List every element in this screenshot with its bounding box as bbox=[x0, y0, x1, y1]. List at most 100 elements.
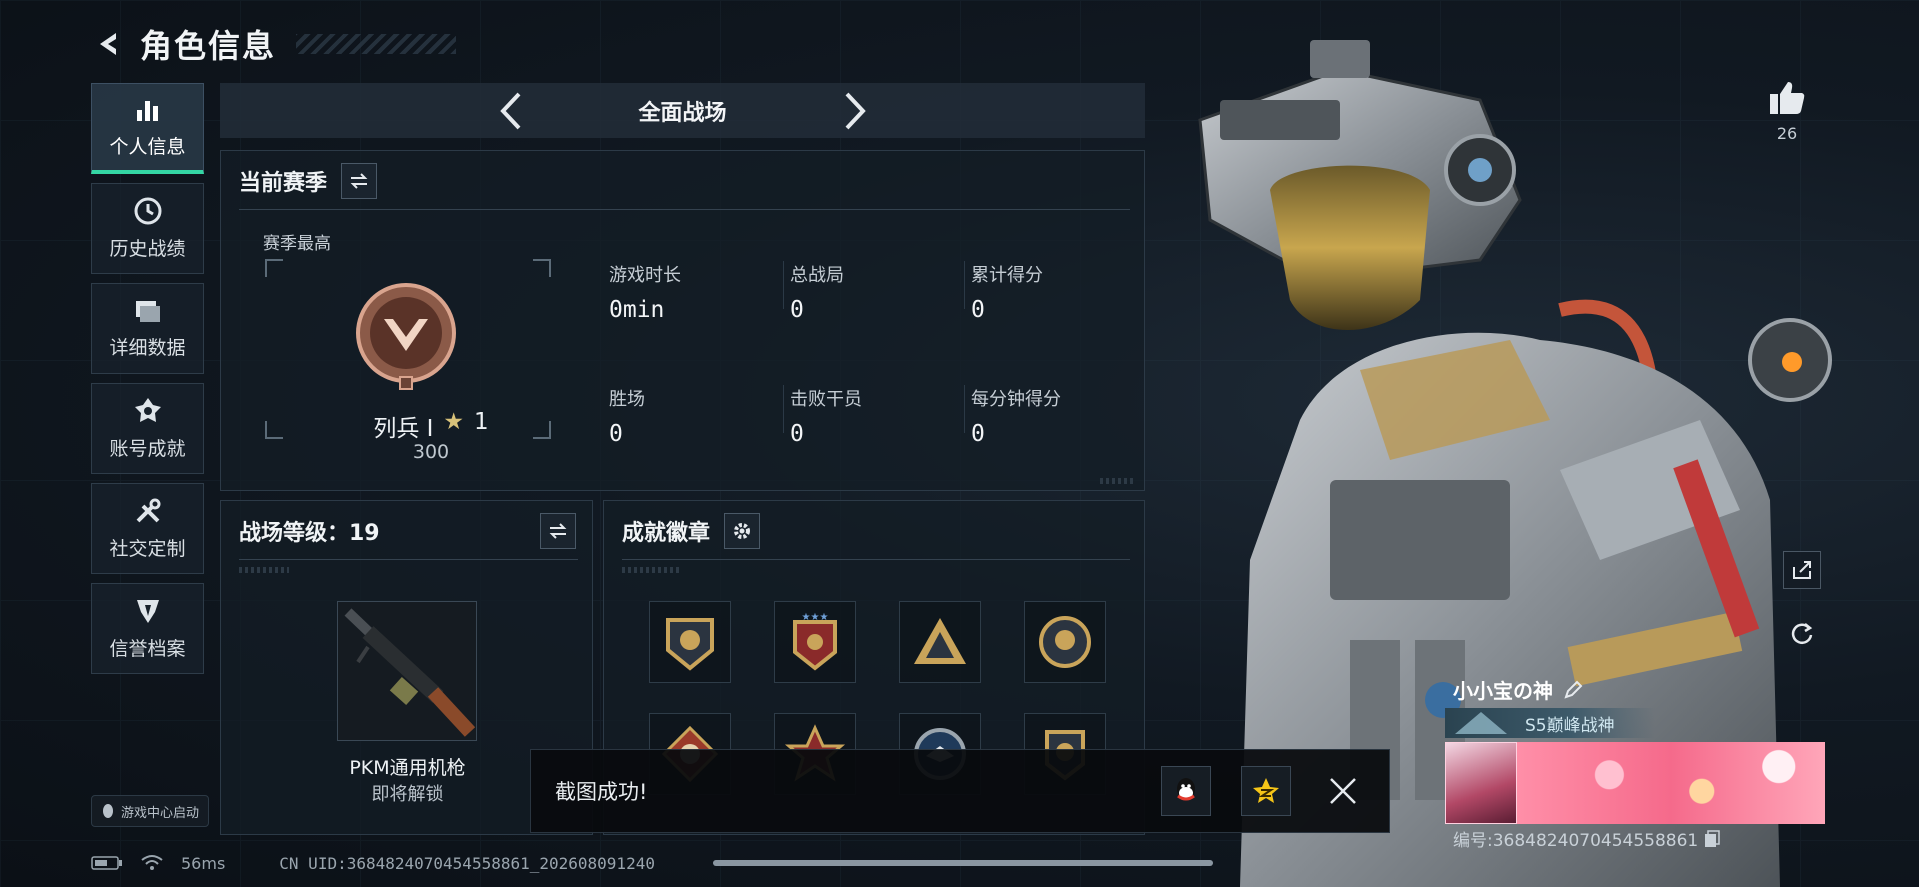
badge-emblem-icon bbox=[666, 618, 714, 671]
gear-icon bbox=[734, 523, 751, 539]
rotate-button[interactable] bbox=[1783, 614, 1821, 652]
achievement-badge[interactable] bbox=[649, 601, 731, 683]
current-season-panel: 当前赛季 赛季最高 列兵 I ★ 1 300 游戏时长 0min 总战局 0 累… bbox=[220, 150, 1145, 491]
rank-name-row: 列兵 I ★ 1 bbox=[221, 409, 641, 443]
tab-label: 信誉档案 bbox=[109, 638, 186, 660]
stat-value: 0 bbox=[790, 297, 804, 323]
tab-label: 账号成就 bbox=[109, 438, 186, 460]
status-bar: 56ms CN UID:3684824070454558861_20260809… bbox=[91, 848, 655, 878]
title-emblem-icon bbox=[1455, 712, 1507, 734]
folder-icon bbox=[135, 301, 160, 322]
swap-icon bbox=[549, 523, 567, 539]
toast-close-button[interactable] bbox=[1321, 769, 1365, 813]
divider bbox=[964, 385, 965, 433]
share-button[interactable] bbox=[1783, 551, 1821, 589]
page-title: 角色信息 bbox=[140, 27, 277, 65]
shield-icon bbox=[136, 600, 159, 623]
season-switch-button[interactable] bbox=[341, 163, 378, 199]
player-banner[interactable] bbox=[1445, 742, 1825, 824]
divider bbox=[239, 209, 1130, 210]
achievements-settings-button[interactable] bbox=[724, 513, 761, 549]
banner-image bbox=[1517, 742, 1825, 824]
game-center-launch-button[interactable]: 游戏中心启动 bbox=[91, 795, 209, 827]
stat-label: 胜场 bbox=[609, 389, 645, 410]
clock-icon bbox=[134, 197, 161, 225]
player-id-row: 编号:3684824070454558861 bbox=[1453, 826, 1720, 851]
star-icon: ★ bbox=[443, 409, 465, 435]
stat-label: 累计得分 bbox=[971, 265, 1043, 286]
stat-label: 游戏时长 bbox=[609, 265, 681, 286]
level-switch-button[interactable] bbox=[540, 513, 576, 549]
badge-emblem-icon: ★★★ bbox=[793, 612, 837, 671]
avatar[interactable] bbox=[1445, 742, 1517, 824]
stat-value: 0 bbox=[971, 421, 985, 447]
wifi-icon bbox=[141, 855, 163, 870]
divider bbox=[239, 559, 578, 560]
rank-stars: 1 bbox=[474, 409, 489, 435]
achievement-icon bbox=[134, 398, 161, 422]
achievement-badge[interactable] bbox=[1024, 601, 1106, 683]
player-name-row: 小小宝の神 bbox=[1453, 675, 1583, 704]
chevron-right-icon bbox=[845, 92, 866, 129]
rank-medal-icon bbox=[356, 283, 456, 390]
mode-title: 全面战场 bbox=[638, 100, 727, 126]
divider bbox=[783, 261, 784, 309]
badge-emblem-icon bbox=[1039, 616, 1091, 668]
stat-label: 总战局 bbox=[790, 265, 844, 286]
player-id: 编号:3684824070454558861 bbox=[1453, 831, 1699, 851]
divider bbox=[622, 559, 1130, 560]
game-center-label: 游戏中心启动 bbox=[120, 805, 199, 821]
divider bbox=[783, 385, 784, 433]
share-icon bbox=[1793, 561, 1811, 579]
tools-icon bbox=[136, 498, 160, 523]
like-count: 26 bbox=[1776, 124, 1798, 143]
tab-label: 个人信息 bbox=[109, 135, 186, 158]
tab-credit[interactable]: 信誉档案 bbox=[91, 583, 204, 674]
stat-kills: 击败干员 0 bbox=[790, 385, 950, 447]
stat-total-score: 累计得分 0 bbox=[971, 261, 1131, 323]
chevron-left-icon bbox=[499, 92, 520, 129]
stat-label: 击败干员 bbox=[790, 389, 862, 410]
machine-gun-icon bbox=[344, 608, 476, 737]
toast-message: 截图成功! bbox=[555, 780, 648, 804]
season-title: 当前赛季 bbox=[239, 171, 328, 196]
title-decoration bbox=[296, 34, 457, 54]
close-icon bbox=[1330, 778, 1356, 804]
bar-chart-icon bbox=[136, 100, 158, 121]
tab-history[interactable]: 历史战绩 bbox=[91, 183, 204, 274]
next-mode-button[interactable] bbox=[843, 91, 867, 131]
stat-score-per-minute: 每分钟得分 0 bbox=[971, 385, 1131, 447]
edit-icon[interactable] bbox=[1563, 680, 1583, 700]
rank-name: 列兵 I bbox=[373, 416, 434, 442]
level-header: 战场等级：19 bbox=[239, 513, 576, 549]
ping-value: 56ms bbox=[181, 853, 226, 873]
share-qq-button[interactable] bbox=[1161, 766, 1211, 816]
season-best-label: 赛季最高 bbox=[263, 234, 331, 254]
share-qzone-button[interactable] bbox=[1241, 766, 1291, 816]
tab-social[interactable]: 社交定制 bbox=[91, 483, 204, 574]
rank-score: 300 bbox=[412, 441, 450, 463]
weapon-image[interactable] bbox=[337, 601, 477, 741]
thumbs-up-icon bbox=[1770, 82, 1805, 114]
penguin-icon bbox=[102, 804, 113, 818]
stat-total-matches: 总战局 0 bbox=[790, 261, 950, 323]
achievement-badge[interactable] bbox=[899, 601, 981, 683]
copy-icon[interactable] bbox=[1704, 829, 1720, 848]
like-button[interactable]: 26 bbox=[1768, 80, 1806, 143]
rotate-icon bbox=[1791, 623, 1813, 644]
prev-mode-button[interactable] bbox=[499, 91, 523, 131]
tab-personal-info[interactable]: 个人信息 bbox=[91, 83, 204, 174]
stat-value: 0min bbox=[609, 297, 665, 323]
achievement-badge[interactable]: ★★★ bbox=[774, 601, 856, 683]
back-button[interactable] bbox=[92, 27, 126, 61]
tab-detailed-data[interactable]: 详细数据 bbox=[91, 283, 204, 374]
svg-text:★★★: ★★★ bbox=[802, 612, 829, 623]
badge-emblem-icon bbox=[914, 618, 966, 664]
player-name: 小小宝の神 bbox=[1453, 679, 1553, 703]
season-header: 当前赛季 bbox=[239, 163, 378, 199]
qq-icon bbox=[1177, 778, 1195, 801]
qzone-star-icon bbox=[1253, 778, 1279, 803]
tab-achievements[interactable]: 账号成就 bbox=[91, 383, 204, 474]
achievements-header: 成就徽章 bbox=[622, 513, 761, 549]
decoration bbox=[1100, 478, 1136, 484]
